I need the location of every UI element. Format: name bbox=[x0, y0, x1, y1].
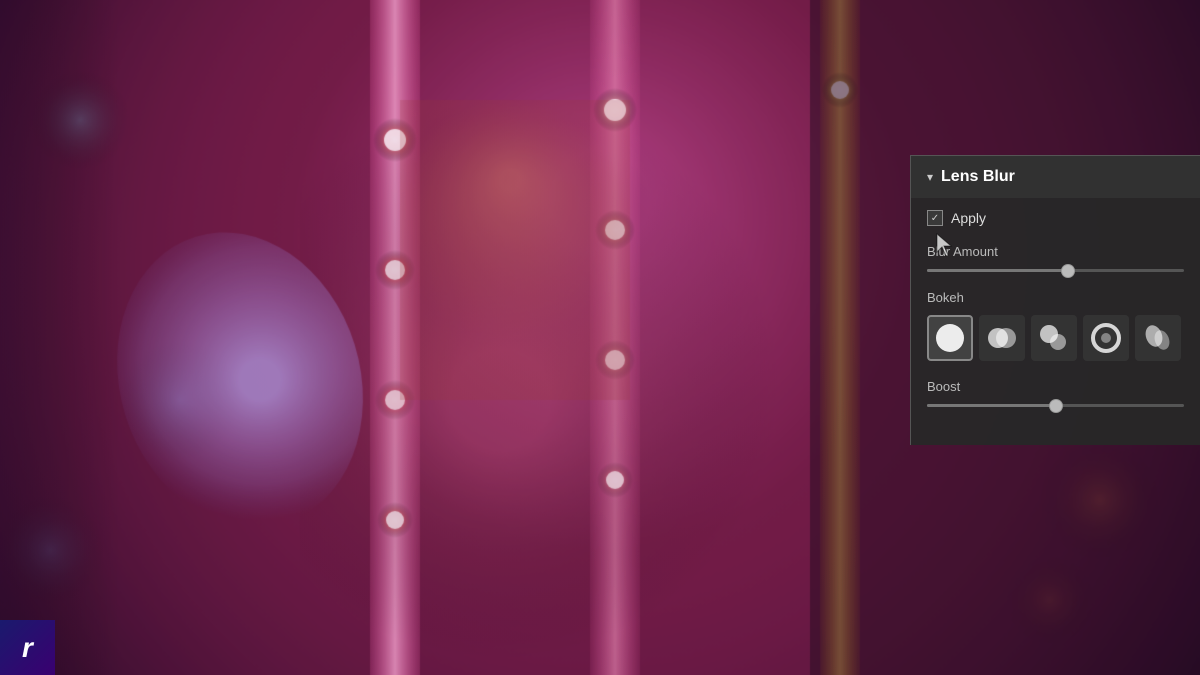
panel-header: ▾ Lens Blur bbox=[911, 156, 1200, 198]
blur-amount-section: Blur Amount bbox=[927, 244, 1184, 272]
bokeh-options bbox=[927, 315, 1184, 361]
boost-label: Boost bbox=[927, 379, 1184, 394]
app-logo: r bbox=[0, 620, 55, 675]
boost-fill bbox=[927, 404, 1056, 407]
panel-body: ✓ Apply Blur Amount Bokeh bbox=[911, 198, 1200, 425]
bokeh-option-cat-eye[interactable] bbox=[1083, 315, 1129, 361]
apply-label: Apply bbox=[951, 210, 986, 226]
lens-blur-panel: ▾ Lens Blur ✓ Apply Blur Amount bbox=[910, 155, 1200, 445]
bokeh-option-double-circle[interactable] bbox=[979, 315, 1025, 361]
boost-section: Boost bbox=[927, 379, 1184, 407]
bokeh-option-swirl[interactable] bbox=[1135, 315, 1181, 361]
bokeh-label: Bokeh bbox=[927, 290, 1184, 305]
blur-amount-thumb[interactable] bbox=[1061, 264, 1075, 278]
blur-amount-label: Blur Amount bbox=[927, 244, 1184, 259]
bokeh-option-circle[interactable] bbox=[927, 315, 973, 361]
bokeh-section: Bokeh bbox=[927, 290, 1184, 361]
panel-title: Lens Blur bbox=[941, 168, 1015, 186]
blur-amount-track[interactable] bbox=[927, 269, 1184, 272]
boost-thumb[interactable] bbox=[1049, 399, 1063, 413]
checkmark-icon: ✓ bbox=[931, 213, 939, 224]
boost-track[interactable] bbox=[927, 404, 1184, 407]
collapse-icon[interactable]: ▾ bbox=[927, 170, 933, 184]
logo-letter: r bbox=[22, 632, 33, 664]
bokeh-option-rounded[interactable] bbox=[1031, 315, 1077, 361]
apply-row: ✓ Apply bbox=[927, 210, 1184, 226]
apply-checkbox[interactable]: ✓ bbox=[927, 210, 943, 226]
blur-amount-fill bbox=[927, 269, 1068, 272]
